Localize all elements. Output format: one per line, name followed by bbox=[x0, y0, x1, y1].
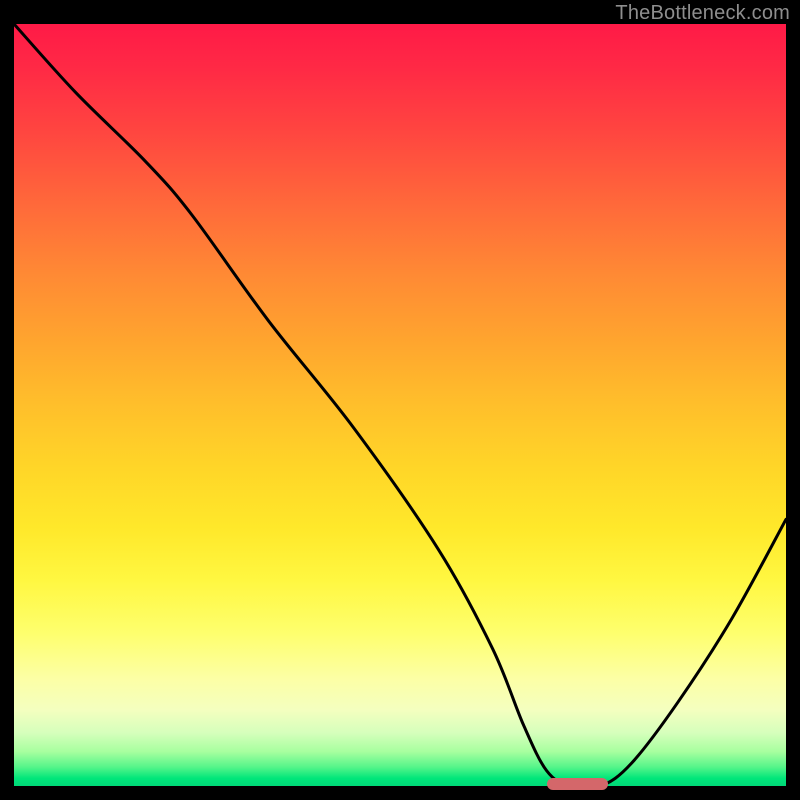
plot-area bbox=[14, 24, 786, 786]
bottleneck-curve bbox=[14, 24, 786, 786]
optimal-range-marker bbox=[547, 778, 609, 790]
watermark-text: TheBottleneck.com bbox=[615, 2, 790, 25]
chart-frame: TheBottleneck.com bbox=[0, 0, 800, 800]
